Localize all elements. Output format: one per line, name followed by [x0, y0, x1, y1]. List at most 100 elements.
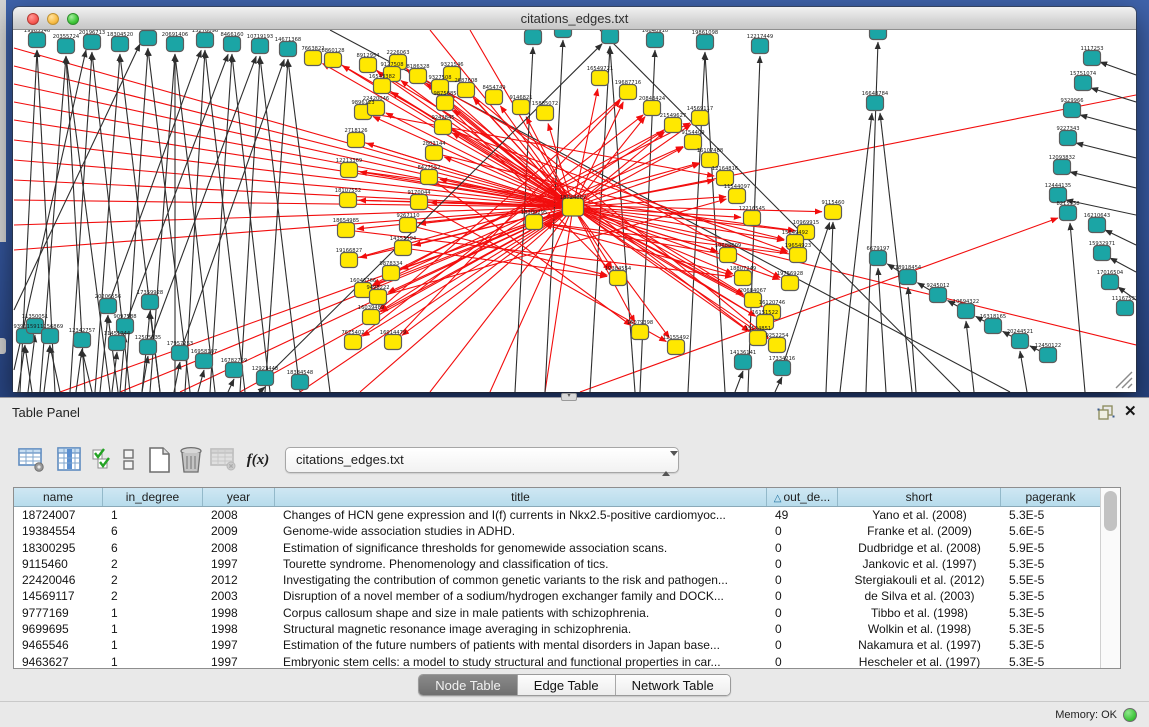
- graph-node[interactable]: [867, 96, 884, 111]
- tab-edge-table[interactable]: Edge Table: [518, 675, 616, 695]
- panel-collapse-handle[interactable]: [0, 338, 6, 354]
- graph-node[interactable]: [167, 37, 184, 52]
- graph-node[interactable]: [340, 193, 357, 208]
- graph-node[interactable]: [1060, 131, 1077, 146]
- graph-node[interactable]: [958, 304, 975, 319]
- graph-node[interactable]: [720, 248, 737, 263]
- graph-node[interactable]: [729, 189, 746, 204]
- graph-node[interactable]: [632, 325, 649, 340]
- graph-node[interactable]: [385, 335, 402, 350]
- graph-node[interactable]: [458, 83, 475, 98]
- graph-node[interactable]: [305, 51, 322, 66]
- graph-node[interactable]: [525, 30, 542, 45]
- table-selector-dropdown[interactable]: citations_edges.txt: [285, 447, 679, 473]
- graph-node[interactable]: [744, 211, 761, 226]
- graph-node[interactable]: [692, 111, 709, 126]
- graph-node[interactable]: [383, 266, 400, 281]
- window-titlebar[interactable]: citations_edges.txt: [13, 7, 1136, 30]
- graph-node[interactable]: [900, 270, 917, 285]
- graph-node[interactable]: [411, 195, 428, 210]
- graph-node[interactable]: [363, 310, 380, 325]
- graph-node[interactable]: [426, 146, 443, 161]
- graph-node[interactable]: [602, 30, 619, 44]
- graph-node[interactable]: [280, 42, 297, 57]
- graph-node[interactable]: [226, 363, 243, 378]
- graph-node[interactable]: [555, 30, 572, 38]
- graph-node[interactable]: [197, 33, 214, 48]
- graph-node[interactable]: [870, 251, 887, 266]
- graph-node[interactable]: [985, 319, 1002, 334]
- graph-node[interactable]: [870, 30, 887, 40]
- graph-node[interactable]: [1012, 334, 1029, 349]
- graph-node[interactable]: [338, 223, 355, 238]
- graph-node[interactable]: [112, 37, 129, 52]
- table-row[interactable]: 969969511998Structural magnetic resonanc…: [14, 621, 1100, 637]
- graph-node[interactable]: [395, 241, 412, 256]
- graph-node[interactable]: [410, 69, 427, 84]
- column-header-year[interactable]: year: [203, 488, 275, 506]
- graph-node[interactable]: [74, 333, 91, 348]
- graph-node[interactable]: [513, 100, 530, 115]
- select-attributes-button[interactable]: [90, 444, 116, 476]
- graph-node[interactable]: [325, 53, 342, 68]
- graph-node[interactable]: [1117, 301, 1134, 316]
- graph-node[interactable]: [486, 90, 503, 105]
- new-table-button[interactable]: [144, 444, 174, 476]
- graph-node[interactable]: [592, 71, 609, 86]
- function-builder-button[interactable]: f(x): [243, 444, 273, 476]
- column-header-name[interactable]: name: [14, 488, 103, 506]
- graph-node[interactable]: [142, 295, 159, 310]
- graph-node[interactable]: [140, 31, 157, 46]
- graph-node[interactable]: [292, 375, 309, 390]
- table-row[interactable]: 911546021997Tourette syndrome. Phenomeno…: [14, 556, 1100, 572]
- delete-attribute-button[interactable]: [176, 444, 206, 476]
- graph-node[interactable]: [196, 354, 213, 369]
- graph-node[interactable]: [1040, 348, 1057, 363]
- graph-node[interactable]: [537, 106, 554, 121]
- table-row[interactable]: 1830029562008Estimation of significance …: [14, 540, 1100, 556]
- graph-node[interactable]: [252, 39, 269, 54]
- table-row[interactable]: 1938455462009Genome-wide association stu…: [14, 523, 1100, 539]
- graph-node[interactable]: [1064, 103, 1081, 118]
- graph-node[interactable]: [735, 271, 752, 286]
- graph-node[interactable]: [84, 35, 101, 50]
- table-row[interactable]: 1872400712008Changes of HCN gene express…: [14, 507, 1100, 523]
- graph-node[interactable]: [1075, 76, 1092, 91]
- graph-node[interactable]: [360, 58, 377, 73]
- graph-node[interactable]: [341, 253, 358, 268]
- graph-node[interactable]: [1089, 218, 1106, 233]
- table-row[interactable]: 946554611997Estimation of the future num…: [14, 637, 1100, 653]
- graph-node[interactable]: [370, 290, 387, 305]
- table-row[interactable]: 1456911722003Disruption of a novel membe…: [14, 588, 1100, 604]
- graph-node[interactable]: [1084, 51, 1101, 66]
- graph-node[interactable]: [752, 39, 769, 54]
- graph-node[interactable]: [109, 336, 126, 351]
- float-window-icon[interactable]: [1097, 405, 1115, 421]
- graph-node[interactable]: [735, 355, 752, 370]
- column-header-out-degree[interactable]: △out_de...: [767, 488, 838, 506]
- graph-node[interactable]: [1094, 246, 1111, 261]
- graph-node[interactable]: [610, 271, 627, 286]
- graph-node[interactable]: [665, 118, 682, 133]
- graph-node[interactable]: [58, 39, 75, 54]
- graph-node[interactable]: [647, 33, 664, 48]
- table-scrollbar[interactable]: [1100, 488, 1120, 668]
- column-header-title[interactable]: title: [275, 488, 767, 506]
- close-icon[interactable]: ✕: [1124, 402, 1137, 420]
- tab-node-table[interactable]: Node Table: [419, 675, 518, 695]
- graph-node[interactable]: [172, 346, 189, 361]
- table-row[interactable]: 946362711997Embryonic stem cells: a mode…: [14, 654, 1100, 668]
- graph-node[interactable]: [42, 329, 59, 344]
- network-canvas[interactable]: 1996554620355724201967131830452010853287…: [13, 30, 1136, 392]
- splitter-handle[interactable]: ▾: [561, 393, 577, 401]
- graph-node[interactable]: [526, 215, 543, 230]
- column-header-short[interactable]: short: [838, 488, 1001, 506]
- column-selector-button[interactable]: [54, 444, 86, 476]
- column-header-pagerank[interactable]: pagerank: [1001, 488, 1100, 506]
- graph-node[interactable]: [620, 85, 637, 100]
- graph-node[interactable]: [421, 170, 438, 185]
- table-options-button[interactable]: [16, 444, 48, 476]
- graph-node[interactable]: [1102, 275, 1119, 290]
- graph-node[interactable]: [257, 371, 274, 386]
- graph-node[interactable]: [769, 338, 786, 353]
